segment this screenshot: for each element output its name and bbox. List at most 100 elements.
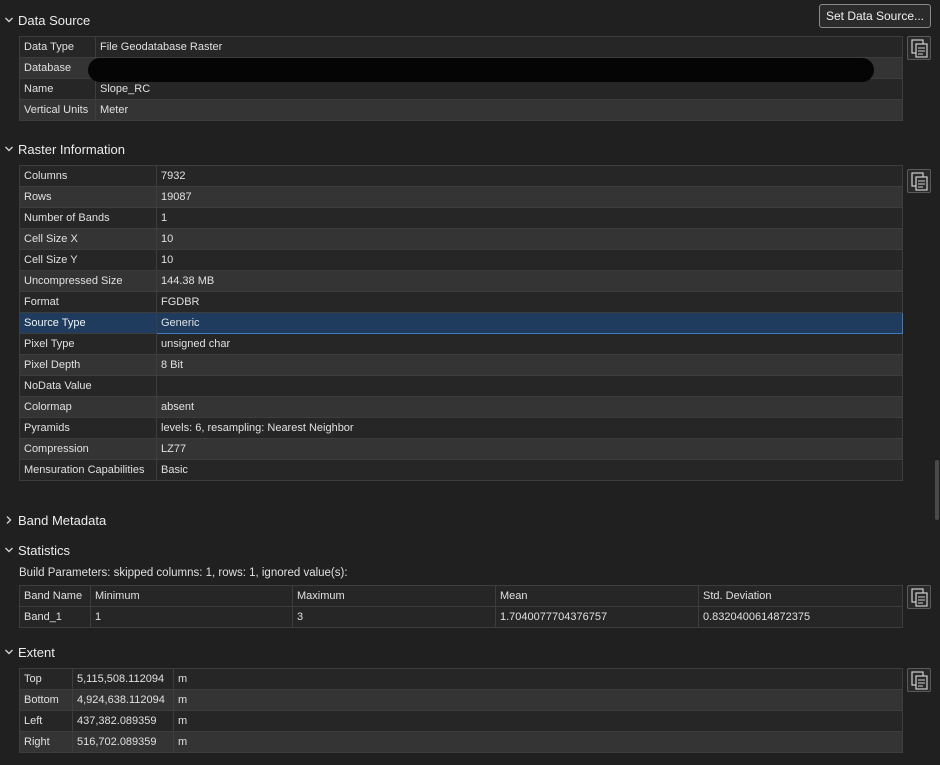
chevron-down-icon [4, 647, 14, 657]
extent-table: Top 5,115,508.112094 m Bottom 4,924,638.1120… [19, 668, 903, 753]
property-name: Uncompressed Size [19, 270, 157, 292]
chevron-down-icon [4, 144, 14, 154]
raster-info-row[interactable]: Format FGDBR [19, 291, 903, 313]
property-name: Colormap [19, 396, 157, 418]
chevron-right-icon [4, 515, 14, 525]
section-header-statistics[interactable]: Statistics [4, 540, 70, 560]
property-value: Basic [156, 459, 903, 481]
property-name: Data Type [19, 36, 96, 58]
property-name: Pixel Type [19, 333, 157, 355]
property-value: 19087 [156, 186, 903, 208]
vertical-scrollbar[interactable] [934, 0, 940, 765]
property-name: Cell Size X [19, 228, 157, 250]
section-title: Statistics [18, 542, 71, 558]
raster-info-row[interactable]: Cell Size X 10 [19, 228, 903, 250]
copy-icon[interactable] [907, 668, 931, 692]
property-value: File Geodatabase Raster [95, 36, 903, 58]
raster-info-row[interactable]: NoData Value [19, 375, 903, 397]
redaction-mark [88, 58, 874, 82]
raster-info-row[interactable]: Source Type Generic [19, 312, 903, 334]
raster-info-row[interactable]: Colormap absent [19, 396, 903, 418]
property-value: FGDBR [156, 291, 903, 313]
property-value: 144.38 MB [156, 270, 903, 292]
section-header-extent[interactable]: Extent [4, 642, 55, 662]
property-name: Mensuration Capabilities [19, 459, 157, 481]
section-title: Extent [18, 644, 55, 660]
property-value: 1 [156, 207, 903, 229]
property-value: levels: 6, resampling: Nearest Neighbor [156, 417, 903, 439]
table-cell: 1.7040077704376757 [495, 606, 699, 628]
section-title: Raster Information [18, 141, 125, 157]
property-name: Format [19, 291, 157, 313]
unit-value: m [173, 710, 903, 732]
copy-icon[interactable] [907, 585, 931, 609]
raster-info-row[interactable]: Pyramids levels: 6, resampling: Nearest N… [19, 417, 903, 439]
chevron-down-icon [4, 545, 14, 555]
table-cell: 1 [90, 606, 293, 628]
property-name: Bottom [19, 689, 73, 711]
raster-information-table: Columns 7932 Rows 19087 Number of Bands 1 Cell… [19, 165, 903, 481]
property-name: Vertical Units [19, 99, 96, 121]
copy-icon[interactable] [907, 169, 931, 193]
property-value: Meter [95, 99, 903, 121]
property-name: Number of Bands [19, 207, 157, 229]
property-name: Pyramids [19, 417, 157, 439]
property-value: unsigned char [156, 333, 903, 355]
data-source-row[interactable]: Vertical Units Meter [19, 99, 903, 121]
property-value: Generic [156, 312, 903, 334]
extent-row[interactable]: Top 5,115,508.112094 m [19, 668, 903, 690]
column-header[interactable]: Maximum [292, 585, 496, 607]
column-header[interactable]: Minimum [90, 585, 293, 607]
property-name: Columns [19, 165, 157, 187]
raster-info-row[interactable]: Pixel Depth 8 Bit [19, 354, 903, 376]
property-name: Cell Size Y [19, 249, 157, 271]
section-title: Data Source [18, 12, 91, 28]
property-value: LZ77 [156, 438, 903, 460]
unit-value: m [173, 689, 903, 711]
table-row[interactable]: Band_1 1 3 1.7040077704376757 0.832040061487… [19, 606, 903, 628]
section-header-raster-information[interactable]: Raster Information [4, 139, 125, 159]
raster-info-row[interactable]: Number of Bands 1 [19, 207, 903, 229]
raster-info-row[interactable]: Cell Size Y 10 [19, 249, 903, 271]
extent-row[interactable]: Left 437,382.089359 m [19, 710, 903, 732]
statistics-table: Band Name Minimum Maximum Mean Std. Deviatio… [19, 585, 903, 628]
property-value: 10 [156, 249, 903, 271]
section-header-data-source[interactable]: Data Source [4, 10, 90, 30]
property-value: 437,382.089359 [72, 710, 174, 732]
raster-info-row[interactable]: Uncompressed Size 144.38 MB [19, 270, 903, 292]
raster-info-row[interactable]: Columns 7932 [19, 165, 903, 187]
property-name: Source Type [19, 312, 157, 334]
property-name: Right [19, 731, 73, 753]
column-header[interactable]: Band Name [19, 585, 91, 607]
raster-info-row[interactable]: Compression LZ77 [19, 438, 903, 460]
property-name: NoData Value [19, 375, 157, 397]
property-name: Name [19, 78, 96, 100]
property-name: Rows [19, 186, 157, 208]
set-data-source-button[interactable]: Set Data Source... [819, 4, 931, 28]
raster-info-row[interactable]: Mensuration Capabilities Basic [19, 459, 903, 481]
extent-row[interactable]: Right 516,702.089359 m [19, 731, 903, 753]
table-cell: Band_1 [19, 606, 91, 628]
property-value: 8 Bit [156, 354, 903, 376]
chevron-down-icon [4, 15, 14, 25]
table-cell: 0.8320400614872375 [698, 606, 903, 628]
property-value: 516,702.089359 [72, 731, 174, 753]
raster-info-row[interactable]: Rows 19087 [19, 186, 903, 208]
unit-value: m [173, 731, 903, 753]
column-header[interactable]: Std. Deviation [698, 585, 903, 607]
section-header-band-metadata[interactable]: Band Metadata [4, 510, 106, 530]
property-value: 5,115,508.112094 [72, 668, 174, 690]
raster-info-row[interactable]: Pixel Type unsigned char [19, 333, 903, 355]
property-name: Pixel Depth [19, 354, 157, 376]
column-header[interactable]: Mean [495, 585, 699, 607]
property-name: Database [19, 57, 96, 79]
property-value: absent [156, 396, 903, 418]
property-value: 7932 [156, 165, 903, 187]
data-source-row[interactable]: Data Type File Geodatabase Raster [19, 36, 903, 58]
scrollbar-thumb[interactable] [935, 460, 939, 520]
copy-icon[interactable] [907, 36, 931, 60]
property-name: Left [19, 710, 73, 732]
property-value: 4,924,638.112094 [72, 689, 174, 711]
property-name: Compression [19, 438, 157, 460]
extent-row[interactable]: Bottom 4,924,638.112094 m [19, 689, 903, 711]
